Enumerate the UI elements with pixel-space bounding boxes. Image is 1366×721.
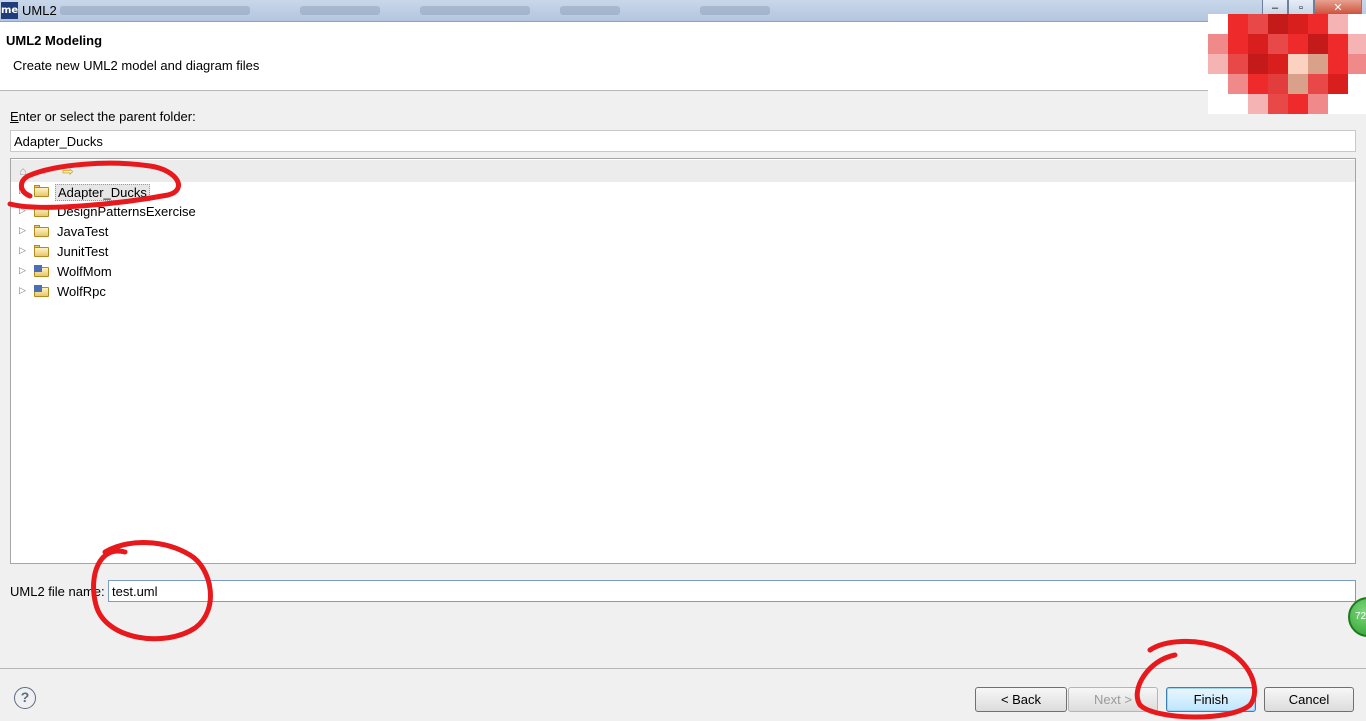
tree-item-label: DesignPatternsExercise (57, 204, 196, 219)
open-folder-icon (34, 185, 50, 197)
java-project-icon (34, 265, 50, 277)
status-badge: 72 (1348, 597, 1366, 637)
open-folder-icon (34, 205, 50, 217)
expand-arrow-icon[interactable]: ▷ (19, 185, 26, 196)
mosaic-cell (1228, 54, 1248, 74)
tree-item-label: WolfRpc (57, 284, 106, 299)
window-title-bar: me UML2 – ▫ ✕ (0, 0, 1366, 22)
mosaic-cell (1288, 34, 1308, 54)
expand-arrow-icon[interactable]: ▷ (19, 225, 26, 236)
tree-item[interactable]: ▷ WolfMom (11, 262, 411, 282)
mosaic-cell (1268, 94, 1288, 114)
pixelated-banner-image (1208, 14, 1366, 122)
expand-arrow-icon[interactable]: ▷ (19, 265, 26, 276)
expand-arrow-icon[interactable]: ▷ (19, 205, 26, 216)
mosaic-cell (1288, 94, 1308, 114)
tree-item[interactable]: ▷ Adapter_Ducks (11, 182, 411, 202)
mosaic-cell (1208, 54, 1228, 74)
tree-item-label: Adapter_Ducks (55, 184, 150, 201)
expand-arrow-icon[interactable]: ▷ (19, 245, 26, 256)
mosaic-cell (1268, 74, 1288, 94)
mosaic-cell (1308, 34, 1328, 54)
mosaic-cell (1208, 74, 1228, 94)
mosaic-cell (1228, 94, 1248, 114)
mosaic-cell (1308, 14, 1328, 34)
tree-item[interactable]: ▷ DesignPatternsExercise (11, 202, 411, 222)
tree-item-label: WolfMom (57, 264, 112, 279)
mosaic-cell (1228, 14, 1248, 34)
back-button[interactable]: < Back (975, 687, 1067, 712)
blurred-title-text (60, 6, 250, 15)
mosaic-cell (1208, 34, 1228, 54)
cancel-button[interactable]: Cancel (1264, 687, 1354, 712)
tree-item[interactable]: ▷ JavaTest (11, 222, 411, 242)
blurred-title-text (300, 6, 380, 15)
blurred-title-text (700, 6, 770, 15)
mosaic-cell (1328, 14, 1348, 34)
finish-button[interactable]: Finish (1166, 687, 1256, 712)
tree-item[interactable]: ▷ WolfRpc (11, 282, 411, 302)
mosaic-cell (1348, 34, 1366, 54)
footer-divider (0, 668, 1366, 669)
back-arrow-icon[interactable]: ⇦ (39, 164, 53, 178)
tree-item[interactable]: ▷ JunitTest (11, 242, 411, 262)
wizard-description: Create new UML2 model and diagram files (13, 58, 260, 73)
parent-folder-input[interactable] (10, 130, 1356, 152)
mosaic-cell (1308, 54, 1328, 74)
mosaic-cell (1288, 54, 1308, 74)
mosaic-cell (1308, 74, 1328, 94)
mosaic-cell (1308, 94, 1328, 114)
mosaic-cell (1248, 54, 1268, 74)
window-title: UML2 (22, 3, 57, 18)
mosaic-cell (1328, 94, 1348, 114)
open-folder-icon (34, 225, 50, 237)
mosaic-cell (1248, 74, 1268, 94)
mosaic-cell (1288, 14, 1308, 34)
mosaic-cell (1328, 74, 1348, 94)
mosaic-cell (1248, 34, 1268, 54)
mosaic-cell (1348, 94, 1366, 114)
mosaic-cell (1328, 34, 1348, 54)
blurred-title-text (560, 6, 620, 15)
tree-toolbar: ⌂ ⇦ ⇨ (11, 160, 1355, 182)
mosaic-cell (1268, 34, 1288, 54)
open-folder-icon (34, 245, 50, 257)
expand-arrow-icon[interactable]: ▷ (19, 285, 26, 296)
mosaic-cell (1208, 94, 1228, 114)
mosaic-cell (1208, 14, 1228, 34)
tree-item-label: JavaTest (57, 224, 109, 239)
mosaic-cell (1248, 14, 1268, 34)
blurred-title-text (420, 6, 530, 15)
file-name-label: UML2 file name: (10, 584, 105, 599)
tree-item-label: JunitTest (57, 244, 109, 259)
folder-tree[interactable]: ⌂ ⇦ ⇨ ▷ Adapter_Ducks ▷ DesignPatternsExerc… (10, 158, 1356, 564)
parent-folder-label: Enter or select the parent folder: (10, 109, 196, 124)
java-project-icon (34, 285, 50, 297)
mosaic-cell (1228, 74, 1248, 94)
mosaic-cell (1288, 74, 1308, 94)
mosaic-cell (1348, 54, 1366, 74)
mosaic-cell (1248, 94, 1268, 114)
mosaic-cell (1348, 14, 1366, 34)
app-icon: me (1, 2, 18, 19)
wizard-title: UML2 Modeling (6, 33, 103, 48)
mosaic-cell (1328, 54, 1348, 74)
forward-arrow-icon[interactable]: ⇨ (61, 164, 75, 178)
next-button[interactable]: Next > (1068, 687, 1158, 712)
parent-folder-label-text: nter or select the parent folder: (18, 109, 196, 124)
home-icon[interactable]: ⌂ (16, 164, 30, 178)
mnemonic-char: E (10, 109, 19, 124)
mosaic-cell (1268, 14, 1288, 34)
wizard-banner: UML2 Modeling Create new UML2 model and … (0, 22, 1366, 91)
help-icon[interactable]: ? (14, 687, 36, 709)
mosaic-cell (1228, 34, 1248, 54)
file-name-input[interactable] (108, 580, 1356, 602)
mosaic-cell (1268, 54, 1288, 74)
mosaic-cell (1348, 74, 1366, 94)
